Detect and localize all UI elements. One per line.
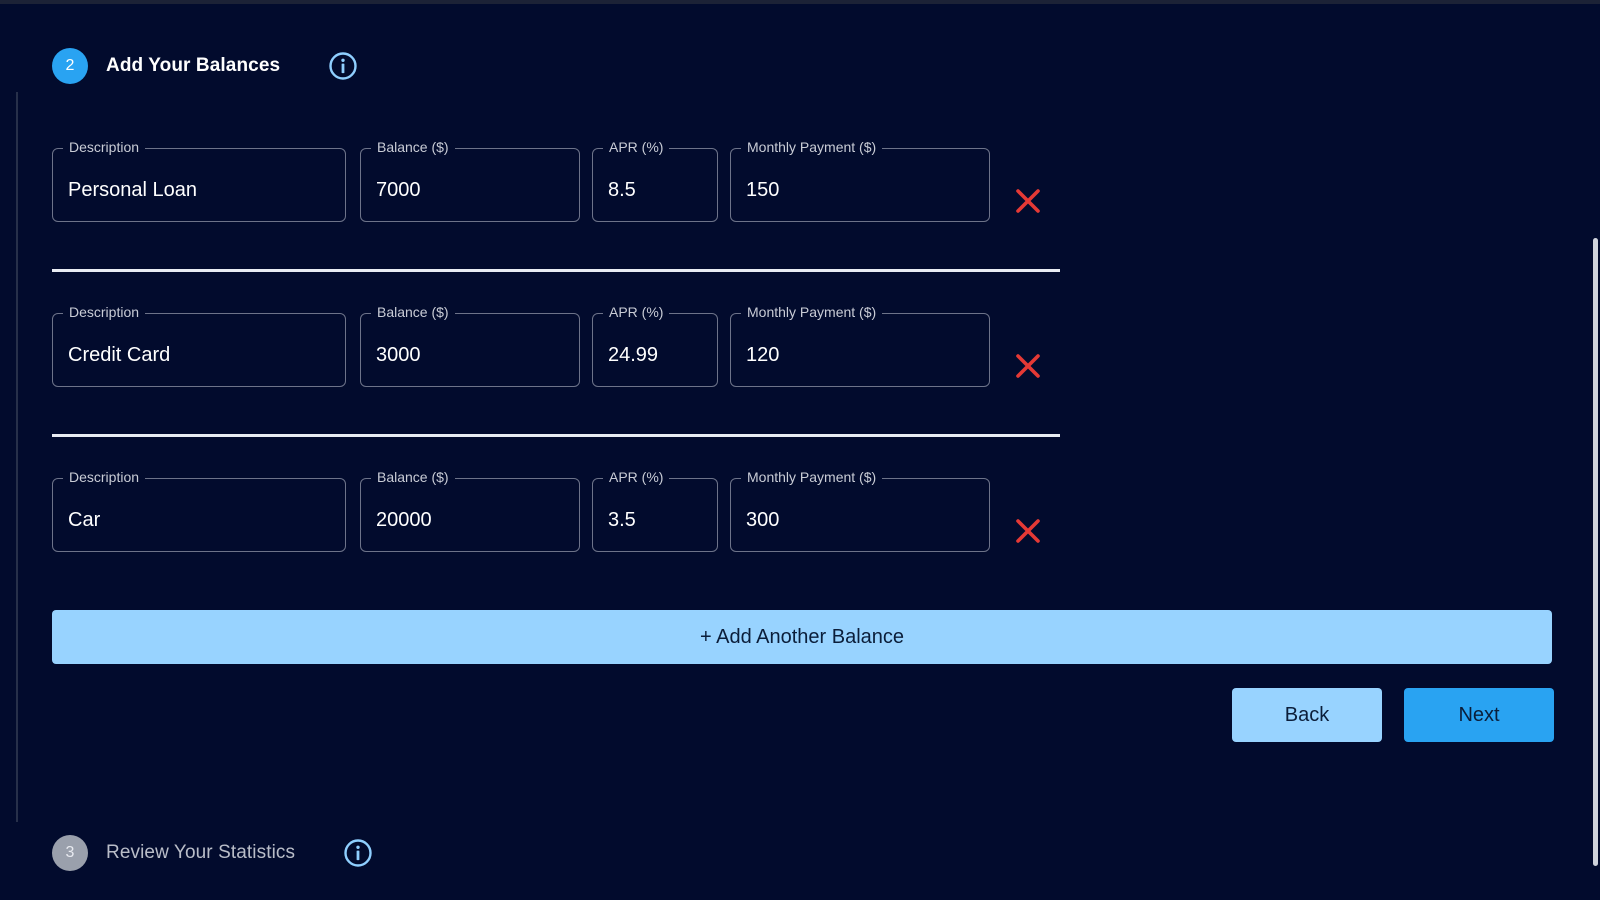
step-3-header[interactable]: 3 Review Your Statistics (52, 835, 373, 871)
close-icon[interactable] (1013, 186, 1043, 216)
apr-field[interactable]: APR (%) 24.99 (592, 304, 718, 387)
close-icon[interactable] (1013, 351, 1043, 381)
description-field[interactable]: Description Car (52, 469, 346, 552)
step-2-title: Add Your Balances (106, 55, 281, 76)
monthly-payment-field[interactable]: Monthly Payment ($) 300 (730, 469, 990, 552)
description-value: Credit Card (68, 344, 171, 366)
balance-field[interactable]: Balance ($) 20000 (360, 469, 580, 552)
balance-row: Description Credit Card Balance ($) 3000… (52, 304, 1052, 391)
apr-label: APR (%) (603, 304, 670, 320)
add-balance-button[interactable]: + Add Another Balance (52, 610, 1552, 664)
monthly-payment-value: 120 (746, 344, 780, 366)
description-field[interactable]: Description Personal Loan (52, 139, 346, 222)
balance-value: 3000 (376, 344, 421, 366)
step-3-title: Review Your Statistics (106, 842, 296, 863)
close-icon[interactable] (1013, 516, 1043, 546)
balance-row: Description Car Balance ($) 20000 APR (%… (52, 469, 1052, 556)
monthly-payment-label: Monthly Payment ($) (741, 139, 883, 155)
apr-field[interactable]: APR (%) 3.5 (592, 469, 718, 552)
apr-value: 8.5 (608, 179, 636, 201)
balance-field[interactable]: Balance ($) 3000 (360, 304, 580, 387)
step-3-number-badge: 3 (52, 835, 88, 871)
description-label: Description (63, 469, 146, 485)
top-border (0, 0, 1600, 4)
balance-label: Balance ($) (371, 304, 455, 320)
balance-label: Balance ($) (371, 469, 455, 485)
apr-value: 24.99 (608, 344, 659, 366)
description-field[interactable]: Description Credit Card (52, 304, 346, 387)
balance-row: Description Personal Loan Balance ($) 70… (52, 139, 1052, 226)
monthly-payment-field[interactable]: Monthly Payment ($) 120 (730, 304, 990, 387)
info-icon[interactable] (328, 51, 358, 81)
balance-field[interactable]: Balance ($) 7000 (360, 139, 580, 222)
monthly-payment-value: 150 (746, 179, 780, 201)
balance-value: 20000 (376, 509, 432, 531)
scrollbar-thumb[interactable] (1593, 238, 1598, 866)
back-button[interactable]: Back (1232, 688, 1382, 742)
balance-label: Balance ($) (371, 139, 455, 155)
monthly-payment-field[interactable]: Monthly Payment ($) 150 (730, 139, 990, 222)
step-2-header[interactable]: 2 Add Your Balances (52, 48, 358, 84)
description-value: Personal Loan (68, 179, 197, 201)
monthly-payment-value: 300 (746, 509, 780, 531)
row-divider (52, 269, 1060, 272)
monthly-payment-label: Monthly Payment ($) (741, 304, 883, 320)
description-label: Description (63, 304, 146, 320)
info-icon[interactable] (343, 838, 373, 868)
row-divider (52, 434, 1060, 437)
apr-label: APR (%) (603, 469, 670, 485)
stepper-connector-line (16, 92, 18, 822)
apr-field[interactable]: APR (%) 8.5 (592, 139, 718, 222)
step-2-number-badge: 2 (52, 48, 88, 84)
app-window: 2 Add Your Balances Description Personal… (0, 0, 1600, 900)
apr-label: APR (%) (603, 139, 670, 155)
balance-value: 7000 (376, 179, 421, 201)
monthly-payment-label: Monthly Payment ($) (741, 469, 883, 485)
description-label: Description (63, 139, 146, 155)
description-value: Car (68, 509, 101, 531)
next-button[interactable]: Next (1404, 688, 1554, 742)
apr-value: 3.5 (608, 509, 636, 531)
